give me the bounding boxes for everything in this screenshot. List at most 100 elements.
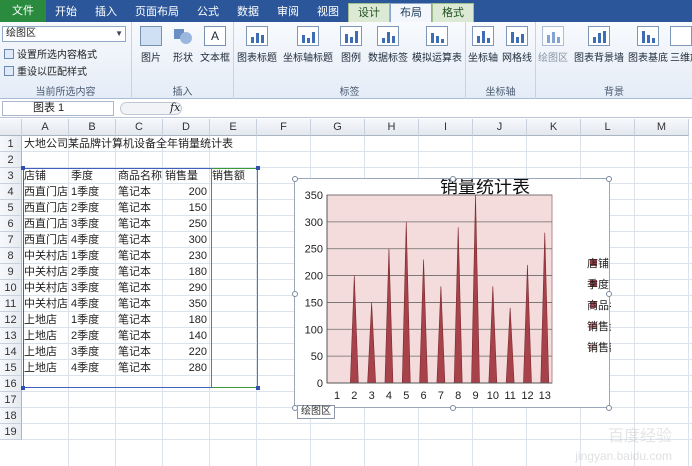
- column-header-D[interactable]: D: [163, 119, 210, 136]
- resize-handle[interactable]: [606, 176, 612, 182]
- data-cell[interactable]: 4季度: [69, 296, 99, 312]
- data-cell[interactable]: 上地店: [22, 360, 57, 376]
- row-header-5[interactable]: 5: [0, 200, 22, 216]
- resize-handle[interactable]: [606, 291, 612, 297]
- row-header-3[interactable]: 3: [0, 168, 22, 184]
- data-cell[interactable]: 180: [163, 312, 210, 328]
- data-cell[interactable]: 200: [163, 184, 210, 200]
- data-cell[interactable]: 250: [163, 216, 210, 232]
- data-cell[interactable]: 3季度: [69, 344, 99, 360]
- data-cell[interactable]: 笔记本: [116, 200, 151, 216]
- resize-handle[interactable]: [292, 176, 298, 182]
- row-header-4[interactable]: 4: [0, 184, 22, 200]
- textbox-button[interactable]: A 文本框: [196, 26, 234, 64]
- data-cell[interactable]: 西直门店: [22, 232, 68, 248]
- column-header-C[interactable]: C: [116, 119, 163, 136]
- sheet-title-cell[interactable]: 大地公司某品牌计算机设备全年销量统计表: [22, 136, 233, 152]
- tab-5[interactable]: 数据: [228, 3, 268, 22]
- data-cell[interactable]: 1季度: [69, 184, 99, 200]
- data-cell[interactable]: 笔记本: [116, 360, 151, 376]
- row-header-6[interactable]: 6: [0, 216, 22, 232]
- row-header-19[interactable]: 19: [0, 424, 22, 440]
- row-header-18[interactable]: 18: [0, 408, 22, 424]
- resize-handle[interactable]: [450, 176, 456, 182]
- tab-10[interactable]: 格式: [432, 3, 474, 22]
- chart-floor-button[interactable]: 图表基底: [628, 26, 668, 64]
- tab-9[interactable]: 布局: [390, 3, 432, 22]
- header-cell[interactable]: 店铺: [22, 168, 46, 184]
- data-cell[interactable]: 3季度: [69, 216, 99, 232]
- data-cell[interactable]: 笔记本: [116, 216, 151, 232]
- column-header-E[interactable]: E: [210, 119, 257, 136]
- data-cell[interactable]: 1季度: [69, 248, 99, 264]
- column-header-F[interactable]: F: [257, 119, 311, 136]
- data-cell[interactable]: 2季度: [69, 200, 99, 216]
- tab-4[interactable]: 公式: [188, 3, 228, 22]
- data-cell[interactable]: 2季度: [69, 264, 99, 280]
- header-cell[interactable]: 销售额: [210, 168, 245, 184]
- row-header-11[interactable]: 11: [0, 296, 22, 312]
- tab-7[interactable]: 视图: [308, 3, 348, 22]
- column-header-I[interactable]: I: [419, 119, 473, 136]
- data-cell[interactable]: 笔记本: [116, 296, 151, 312]
- data-cell[interactable]: 中关村店: [22, 296, 68, 312]
- data-cell[interactable]: 笔记本: [116, 312, 151, 328]
- data-cell[interactable]: 笔记本: [116, 344, 151, 360]
- row-header-17[interactable]: 17: [0, 392, 22, 408]
- data-cell[interactable]: 中关村店: [22, 248, 68, 264]
- chart-title-button[interactable]: 图表标题: [236, 26, 278, 64]
- resize-handle[interactable]: [606, 405, 612, 411]
- gridlines-button[interactable]: 网格线: [500, 26, 534, 64]
- column-header-K[interactable]: K: [527, 119, 581, 136]
- column-header-M[interactable]: M: [635, 119, 689, 136]
- data-cell[interactable]: 笔记本: [116, 232, 151, 248]
- tab-8[interactable]: 设计: [348, 3, 390, 22]
- data-cell[interactable]: 中关村店: [22, 280, 68, 296]
- data-cell[interactable]: 中关村店: [22, 264, 68, 280]
- chart-object[interactable]: 0 50 100 150 200 250 300 350 1 2 3 4 5 6 7 8 9 10 11 12 13 销量…: [292, 176, 631, 411]
- data-cell[interactable]: 笔记本: [116, 184, 151, 200]
- range-handle[interactable]: [21, 166, 25, 170]
- row-header-1[interactable]: 1: [0, 136, 22, 152]
- data-cell[interactable]: 1季度: [69, 312, 99, 328]
- tab-1[interactable]: 开始: [46, 3, 86, 22]
- header-cell[interactable]: 商品名称: [116, 168, 162, 184]
- data-cell[interactable]: 西直门店: [22, 200, 68, 216]
- data-cell[interactable]: 220: [163, 344, 210, 360]
- data-cell[interactable]: 280: [163, 360, 210, 376]
- 3d-rotation-button[interactable]: 三维旋: [670, 26, 692, 64]
- plot-area-button[interactable]: 绘图区: [536, 26, 570, 64]
- data-cell[interactable]: 笔记本: [116, 280, 151, 296]
- row-header-16[interactable]: 16: [0, 376, 22, 392]
- column-header-B[interactable]: B: [69, 119, 116, 136]
- header-cell[interactable]: 季度: [69, 168, 93, 184]
- data-cell[interactable]: 4季度: [69, 360, 99, 376]
- data-cell[interactable]: 350: [163, 296, 210, 312]
- select-all-corner[interactable]: [0, 119, 22, 136]
- row-header-15[interactable]: 15: [0, 360, 22, 376]
- data-cell[interactable]: 230: [163, 248, 210, 264]
- row-header-10[interactable]: 10: [0, 280, 22, 296]
- column-header-H[interactable]: H: [365, 119, 419, 136]
- row-header-13[interactable]: 13: [0, 328, 22, 344]
- header-cell[interactable]: 销售量: [163, 168, 198, 184]
- resize-handle[interactable]: [450, 405, 456, 411]
- reset-style-button[interactable]: 重设以匹配样式: [4, 63, 87, 78]
- chart-element-dropdown[interactable]: 绘图区 ▼: [2, 26, 126, 42]
- row-header-14[interactable]: 14: [0, 344, 22, 360]
- row-header-8[interactable]: 8: [0, 248, 22, 264]
- tab-6[interactable]: 审阅: [268, 3, 308, 22]
- column-header-L[interactable]: L: [581, 119, 635, 136]
- column-header-J[interactable]: J: [473, 119, 527, 136]
- tab-3[interactable]: 页面布局: [126, 3, 188, 22]
- data-cell[interactable]: 上地店: [22, 344, 57, 360]
- chart-wall-button[interactable]: 图表背景墙: [572, 26, 626, 64]
- name-box[interactable]: 图表 1: [2, 101, 114, 116]
- legend-button[interactable]: 图例: [336, 26, 366, 64]
- range-handle[interactable]: [256, 386, 260, 390]
- data-labels-button[interactable]: 数据标签: [368, 26, 408, 64]
- axis-titles-button[interactable]: 坐标轴标题: [282, 26, 334, 64]
- data-cell[interactable]: 上地店: [22, 312, 57, 328]
- fx-icon[interactable]: fx: [170, 101, 188, 116]
- range-handle[interactable]: [21, 386, 25, 390]
